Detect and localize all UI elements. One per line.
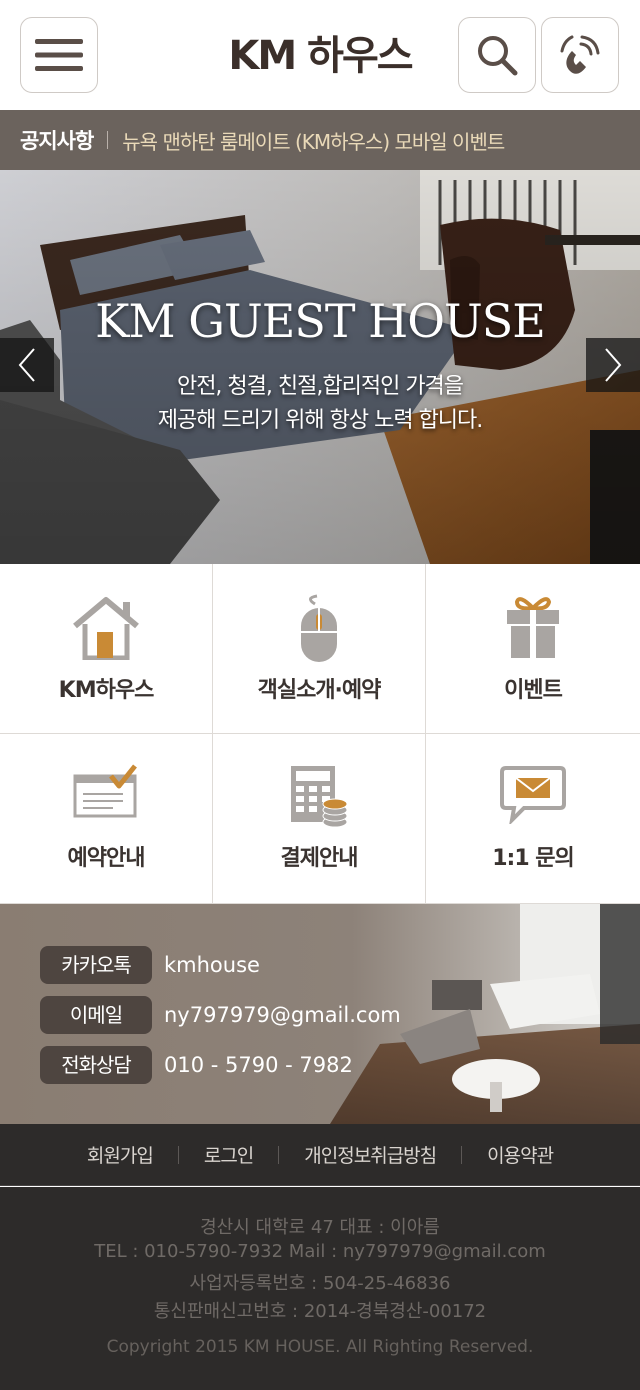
footer-link-login[interactable]: 로그인 bbox=[204, 1141, 254, 1168]
footer-link-divider bbox=[177, 1145, 179, 1164]
footer-copyright: Copyright 2015 KM HOUSE. All Righting Re… bbox=[106, 1337, 534, 1357]
hamburger-menu-icon bbox=[35, 39, 83, 71]
footer-link-privacy[interactable]: 개인정보취급방침 bbox=[304, 1141, 437, 1168]
menu-item-km-house[interactable]: KM하우스 bbox=[0, 564, 213, 734]
menu-label: 예약안내 bbox=[67, 846, 146, 871]
footer-tel-mail: TEL : 010-5790-7932 Mail : ny797979@gmai… bbox=[94, 1241, 546, 1262]
menu-item-reservation-guide[interactable]: 예약안내 bbox=[0, 734, 213, 904]
footer-links: 회원가입 로그인 개인정보취급방침 이용약관 bbox=[0, 1124, 640, 1186]
notice-divider bbox=[107, 131, 109, 149]
hero-subtitle-line1: 안전, 청결, 친절,합리적인 가격을 bbox=[176, 374, 464, 399]
mouse-icon bbox=[301, 594, 337, 662]
contact-row-kakao: 카카오톡 kmhouse bbox=[40, 946, 260, 984]
notice-label: 공지사항 bbox=[20, 129, 94, 153]
menu-item-room-reservation[interactable]: 객실소개·예약 bbox=[213, 564, 426, 734]
phone-button[interactable] bbox=[541, 17, 619, 93]
menu-button[interactable] bbox=[20, 17, 98, 93]
hero-title: KM GUEST HOUSE bbox=[95, 294, 546, 348]
chevron-right-icon bbox=[605, 348, 622, 382]
phone-call-icon bbox=[560, 35, 600, 74]
header: KM 하우스 bbox=[0, 0, 640, 110]
contact-row-email: 이메일 ny797979@gmail.com bbox=[40, 996, 401, 1034]
email-value[interactable]: ny797979@gmail.com bbox=[164, 1003, 401, 1027]
search-icon bbox=[478, 36, 518, 76]
footer-business-number: 사업자등록번호 : 504-25-46836 bbox=[189, 1273, 451, 1294]
notice-text[interactable]: 뉴욕 맨하탄 룸메이트 (KM하우스) 모바일 이벤트 bbox=[122, 126, 505, 155]
kakao-value[interactable]: kmhouse bbox=[164, 953, 260, 977]
search-button[interactable] bbox=[458, 17, 536, 93]
menu-item-event[interactable]: 이벤트 bbox=[426, 564, 640, 734]
menu-label: 1:1 문의 bbox=[492, 846, 575, 871]
notice-bar[interactable]: 공지사항 뉴욕 맨하탄 룸메이트 (KM하우스) 모바일 이벤트 bbox=[0, 110, 640, 170]
contact-section: 카카오톡 kmhouse 이메일 ny797979@gmail.com 전화상담… bbox=[0, 904, 640, 1124]
footer-info: 경산시 대학로 47 대표 : 이아름 TEL : 010-5790-7932 … bbox=[0, 1187, 640, 1390]
email-label-badge: 이메일 bbox=[40, 996, 152, 1034]
menu-label: KM하우스 bbox=[58, 678, 155, 703]
site-title[interactable]: KM 하우스 bbox=[160, 28, 480, 84]
slide-next-button[interactable] bbox=[586, 338, 640, 392]
menu-label: 객실소개·예약 bbox=[257, 678, 382, 703]
calculator-coins-icon bbox=[291, 766, 348, 828]
hero-subtitle-line2: 제공해 드리기 위해 항상 노력 합니다. bbox=[157, 408, 484, 433]
footer-mail-order-number: 통신판매신고번호 : 2014-경북경산-00172 bbox=[153, 1301, 487, 1322]
footer-link-divider bbox=[461, 1145, 463, 1164]
phone-label-badge: 전화상담 bbox=[40, 1046, 152, 1084]
gift-icon bbox=[507, 597, 559, 658]
hero-banner: KM GUEST HOUSE 안전, 청결, 친절,합리적인 가격을 제공해 드… bbox=[0, 170, 640, 564]
slide-prev-button[interactable] bbox=[0, 338, 54, 392]
footer-address: 경산시 대학로 47 대표 : 이아름 bbox=[200, 1217, 440, 1238]
menu-grid: KM하우스 객실소개·예약 이벤트 예약안내 결제안내 1:1 문의 bbox=[0, 564, 640, 904]
hero-room-photo bbox=[0, 170, 640, 564]
mail-chat-icon bbox=[500, 766, 566, 824]
contact-row-phone: 전화상담 010 - 5790 - 7982 bbox=[40, 1046, 353, 1084]
house-icon bbox=[73, 597, 139, 660]
menu-item-inquiry[interactable]: 1:1 문의 bbox=[426, 734, 640, 904]
menu-label: 이벤트 bbox=[504, 678, 563, 703]
phone-value[interactable]: 010 - 5790 - 7982 bbox=[164, 1053, 353, 1077]
reservation-check-icon bbox=[73, 764, 137, 818]
footer-link-terms[interactable]: 이용약관 bbox=[487, 1141, 554, 1168]
chevron-left-icon bbox=[18, 348, 35, 382]
kakao-label-badge: 카카오톡 bbox=[40, 946, 152, 984]
menu-item-payment-guide[interactable]: 결제안내 bbox=[213, 734, 426, 904]
menu-label: 결제안내 bbox=[280, 846, 359, 871]
footer-link-signup[interactable]: 회원가입 bbox=[87, 1141, 154, 1168]
footer-link-divider bbox=[278, 1145, 280, 1164]
